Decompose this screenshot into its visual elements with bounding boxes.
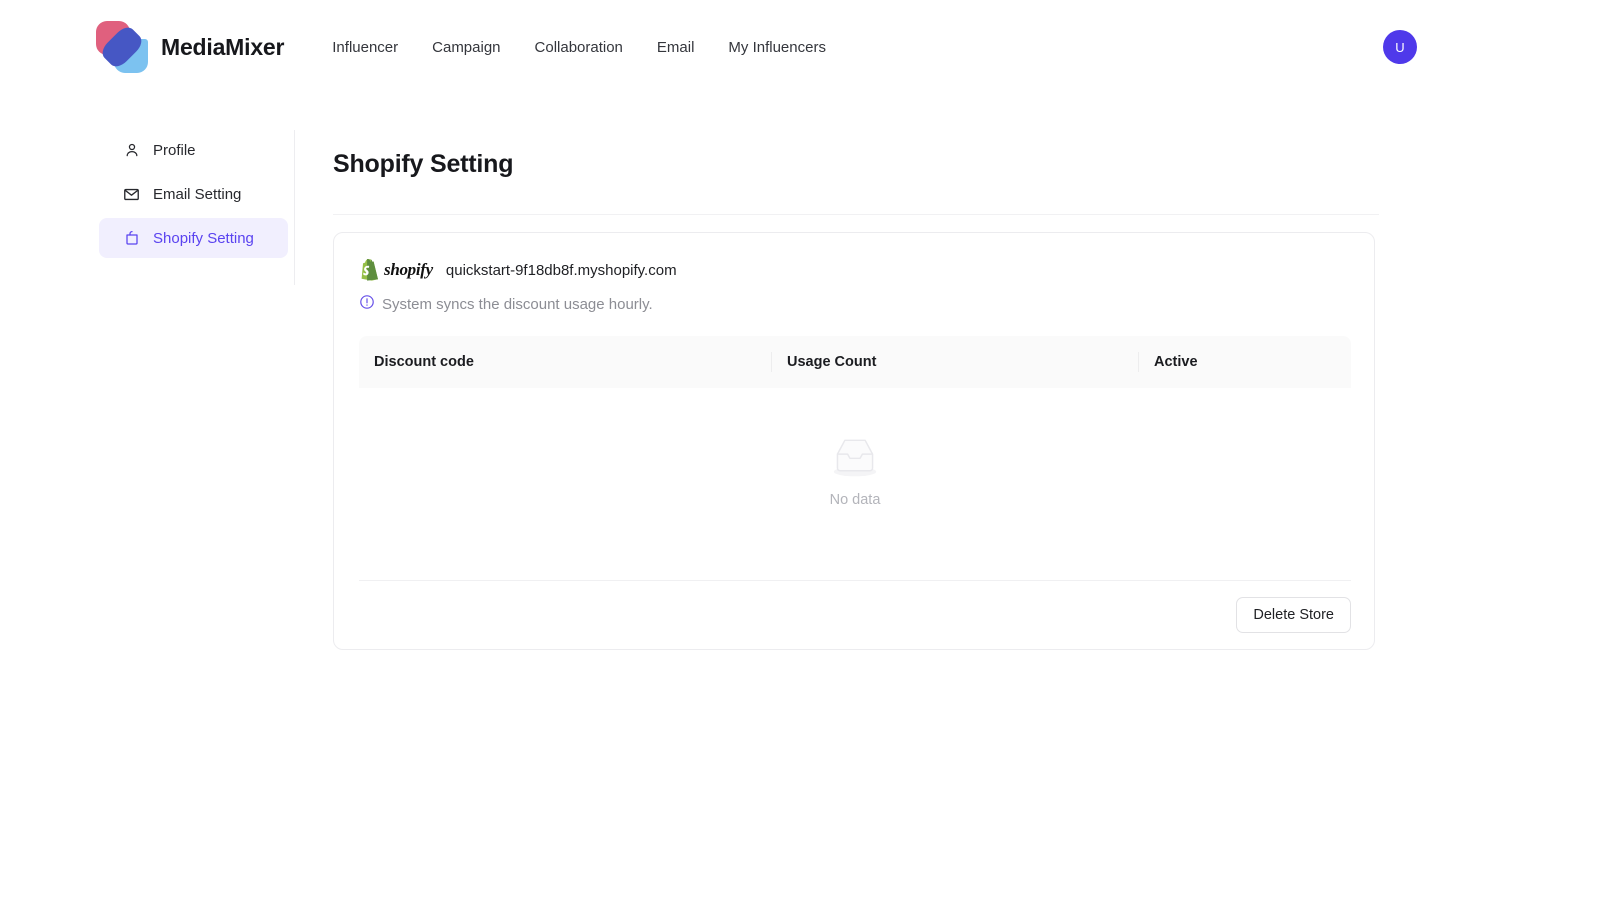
shopify-bag-icon bbox=[361, 258, 378, 281]
avatar[interactable]: U bbox=[1383, 30, 1417, 64]
sidebar-item-profile[interactable]: Profile bbox=[99, 130, 288, 170]
discount-table: Discount code Usage Count Active No data bbox=[359, 336, 1351, 552]
delete-store-button[interactable]: Delete Store bbox=[1236, 597, 1351, 633]
shopping-bag-icon bbox=[123, 230, 140, 247]
brand-name: MediaMixer bbox=[161, 33, 285, 60]
table-empty-state: No data bbox=[359, 388, 1351, 552]
shopify-wordmark: shopify bbox=[384, 260, 433, 279]
brand-logo-group[interactable]: MediaMixer bbox=[96, 21, 284, 73]
sync-notice-text: System syncs the discount usage hourly. bbox=[382, 295, 653, 313]
shopify-store-card: shopify quickstart-9f18db8f.myshopify.co… bbox=[333, 232, 1375, 650]
table-header-row: Discount code Usage Count Active bbox=[359, 336, 1351, 388]
store-url: quickstart-9f18db8f.myshopify.com bbox=[445, 261, 677, 279]
exclamation-circle-icon bbox=[359, 294, 375, 315]
nav-item-campaign[interactable]: Campaign bbox=[432, 40, 500, 55]
shopify-logo: shopify bbox=[359, 258, 433, 282]
column-header-discount-code: Discount code bbox=[374, 354, 474, 370]
sidebar-item-email-setting[interactable]: Email Setting bbox=[99, 174, 288, 214]
title-divider bbox=[333, 214, 1379, 215]
nav-item-email[interactable]: Email bbox=[657, 40, 695, 55]
sidebar-item-label: Profile bbox=[153, 141, 196, 159]
sidebar-item-label: Shopify Setting bbox=[153, 229, 254, 247]
nav-item-collaboration[interactable]: Collaboration bbox=[535, 40, 623, 55]
card-footer: Delete Store bbox=[359, 581, 1351, 649]
nav-item-influencer[interactable]: Influencer bbox=[332, 40, 398, 55]
envelope-icon bbox=[123, 186, 140, 203]
main-content: Shopify Setting shopify quickstart-9f18d… bbox=[333, 150, 1379, 650]
main-nav: Influencer Campaign Collaboration Email … bbox=[332, 40, 826, 55]
store-row: shopify quickstart-9f18db8f.myshopify.co… bbox=[359, 257, 1349, 283]
column-header-usage-count: Usage Count bbox=[771, 352, 1138, 372]
nav-item-my-influencers[interactable]: My Influencers bbox=[728, 40, 826, 55]
sync-notice: System syncs the discount usage hourly. bbox=[359, 294, 1349, 314]
empty-inbox-icon bbox=[825, 432, 885, 485]
column-header-active: Active bbox=[1138, 352, 1351, 372]
settings-sidebar: Profile Email Setting Shopify Setting bbox=[99, 130, 295, 285]
mediamixer-logo-icon bbox=[96, 21, 148, 73]
empty-state-label: No data bbox=[829, 492, 881, 508]
sidebar-item-shopify-setting[interactable]: Shopify Setting bbox=[99, 218, 288, 258]
top-navigation-bar: MediaMixer Influencer Campaign Collabora… bbox=[0, 0, 1600, 94]
sidebar-item-label: Email Setting bbox=[153, 185, 242, 203]
user-icon bbox=[123, 142, 140, 159]
page-title: Shopify Setting bbox=[333, 150, 514, 178]
